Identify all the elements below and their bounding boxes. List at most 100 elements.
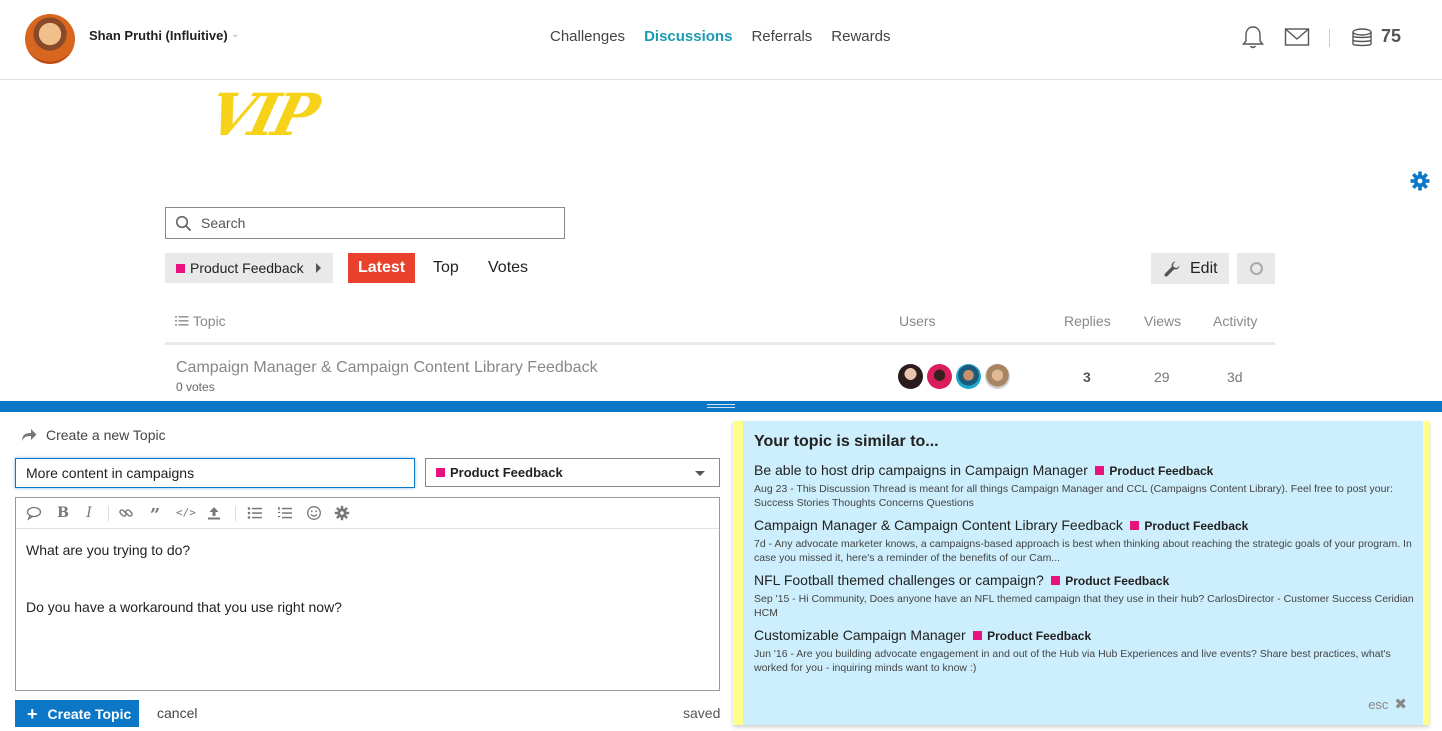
similar-topic-excerpt: Sep '15 - Hi Community, Does anyone have… xyxy=(754,593,1414,619)
italic-icon[interactable]: I xyxy=(81,505,97,521)
search-input[interactable] xyxy=(201,208,561,238)
draft-status: saved xyxy=(683,705,721,721)
similar-topic-link[interactable]: Campaign Manager & Campaign Content Libr… xyxy=(754,517,1123,533)
similar-topic-category[interactable]: Product Feedback xyxy=(1051,574,1169,588)
header-divider xyxy=(1329,29,1330,47)
topic-title-input[interactable] xyxy=(15,458,415,488)
nav-discussions[interactable]: Discussions xyxy=(644,28,732,45)
similar-topic-link[interactable]: NFL Football themed challenges or campai… xyxy=(754,572,1044,588)
poster-avatar[interactable] xyxy=(956,364,981,389)
nav-challenges[interactable]: Challenges xyxy=(550,28,625,45)
main-nav: Challenges Discussions Referrals Rewards xyxy=(550,28,890,45)
edit-button-label: Edit xyxy=(1190,259,1218,277)
username[interactable]: Shan Pruthi (Influitive) xyxy=(89,28,228,43)
poster-avatar[interactable] xyxy=(898,364,923,389)
topic-activity[interactable]: 3d xyxy=(1227,369,1243,385)
circle-icon xyxy=(1250,262,1263,275)
wrench-icon xyxy=(1164,260,1180,276)
list-item: NFL Football themed challenges or campai… xyxy=(754,572,1414,620)
list-item: Be able to host drip campaigns in Campai… xyxy=(754,462,1414,510)
similar-topic-link[interactable]: Be able to host drip campaigns in Campai… xyxy=(754,462,1088,478)
chevron-right-icon xyxy=(316,263,321,273)
similar-topic-excerpt: Jun '16 - Are you building advocate enga… xyxy=(754,648,1391,674)
column-header-views[interactable]: Views xyxy=(1144,313,1181,329)
quote-bubble-icon[interactable] xyxy=(26,505,42,521)
grip-icon xyxy=(707,404,735,408)
category-dropdown[interactable]: Product Feedback xyxy=(165,253,333,283)
list-item: Campaign Manager & Campaign Content Libr… xyxy=(754,517,1414,565)
column-header-topic-label: Topic xyxy=(193,313,226,329)
user-avatar[interactable] xyxy=(25,14,75,64)
tab-top[interactable]: Top xyxy=(433,253,459,283)
points-count: 75 xyxy=(1381,26,1402,46)
similar-topics-panel: Your topic is similar to... Be able to h… xyxy=(733,421,1429,725)
tab-votes[interactable]: Votes xyxy=(488,253,528,283)
similar-topic-category[interactable]: Product Feedback xyxy=(973,629,1091,643)
category-select[interactable]: Product Feedback xyxy=(425,458,720,487)
topic-title-link[interactable]: Campaign Manager & Campaign Content Libr… xyxy=(176,359,598,377)
column-header-activity[interactable]: Activity xyxy=(1213,313,1257,329)
similar-topic-excerpt: Aug 23 - This Discussion Thread is meant… xyxy=(754,483,1393,509)
table-header-divider xyxy=(165,342,1275,345)
similar-topic-category[interactable]: Product Feedback xyxy=(1095,464,1213,478)
topic-replies: 3 xyxy=(1083,369,1091,385)
column-header-replies[interactable]: Replies xyxy=(1064,313,1111,329)
post-editor[interactable]: B I ” </> What are you trying to do? Do … xyxy=(15,497,720,691)
bullet-list-icon[interactable] xyxy=(247,505,263,521)
mail-icon[interactable] xyxy=(1284,24,1310,50)
chevron-down-icon[interactable]: ⌄ xyxy=(231,29,239,40)
edit-button[interactable]: Edit xyxy=(1151,253,1229,284)
column-header-users: Users xyxy=(899,313,936,329)
search-icon xyxy=(175,215,192,232)
numbered-list-icon[interactable] xyxy=(277,505,293,521)
plus-icon: + xyxy=(27,703,38,724)
similar-topic-category[interactable]: Product Feedback xyxy=(1130,519,1248,533)
category-color-swatch xyxy=(176,263,185,273)
top-header: Shan Pruthi (Influitive) ⌄ Challenges Di… xyxy=(0,0,1442,80)
vip-logo: VIP xyxy=(201,81,323,149)
upload-icon[interactable] xyxy=(206,505,222,521)
coins-icon xyxy=(1352,28,1372,47)
gear-icon[interactable] xyxy=(334,505,350,521)
bell-icon[interactable] xyxy=(1240,24,1266,50)
chevron-down-icon xyxy=(695,471,705,476)
category-dropdown-label: Product Feedback xyxy=(190,260,304,276)
tab-latest[interactable]: Latest xyxy=(348,253,415,283)
poster-avatar[interactable] xyxy=(985,364,1010,389)
nav-referrals[interactable]: Referrals xyxy=(751,28,812,45)
similar-topics-heading: Your topic is similar to... xyxy=(754,433,939,450)
similar-topic-excerpt: 7d - Any advocate marketer knows, a camp… xyxy=(754,538,1412,564)
editor-line: Do you have a workaround that you use ri… xyxy=(26,599,342,615)
topic-posters xyxy=(898,364,1010,389)
similar-topic-link[interactable]: Customizable Campaign Manager xyxy=(754,627,966,643)
editor-toolbar: B I ” </> xyxy=(16,498,719,529)
editor-content[interactable]: What are you trying to do? Do you have a… xyxy=(26,541,342,655)
notification-level-button[interactable] xyxy=(1237,253,1275,284)
toolbar-divider xyxy=(235,506,236,521)
topic-views: 29 xyxy=(1154,369,1170,385)
code-icon[interactable]: </> xyxy=(176,505,196,521)
composer-resize-handle[interactable] xyxy=(0,401,1442,412)
poster-avatar[interactable] xyxy=(927,364,952,389)
search-box[interactable] xyxy=(165,207,565,239)
list-icon xyxy=(175,316,189,326)
bold-icon[interactable]: B xyxy=(55,505,71,521)
link-icon[interactable] xyxy=(118,505,134,521)
gear-icon[interactable] xyxy=(1410,171,1430,191)
create-topic-label: Create Topic xyxy=(47,705,132,722)
emoji-icon[interactable] xyxy=(306,505,322,521)
blockquote-icon[interactable]: ” xyxy=(147,505,163,526)
category-color-swatch xyxy=(436,468,445,477)
topic-votes: 0 votes xyxy=(176,380,215,394)
close-similar-button[interactable]: esc ✖ xyxy=(1368,695,1407,713)
nav-rewards[interactable]: Rewards xyxy=(831,28,890,45)
category-select-value: Product Feedback xyxy=(450,465,563,480)
list-item: Customizable Campaign Manager Product Fe… xyxy=(754,627,1414,675)
close-label: esc xyxy=(1368,696,1389,712)
cancel-link[interactable]: cancel xyxy=(157,705,197,721)
create-topic-button[interactable]: + Create Topic xyxy=(15,700,139,727)
toolbar-divider xyxy=(108,506,109,521)
editor-line: What are you trying to do? xyxy=(26,542,191,558)
reply-share-icon xyxy=(22,429,37,441)
column-header-topic[interactable]: Topic xyxy=(175,313,226,329)
